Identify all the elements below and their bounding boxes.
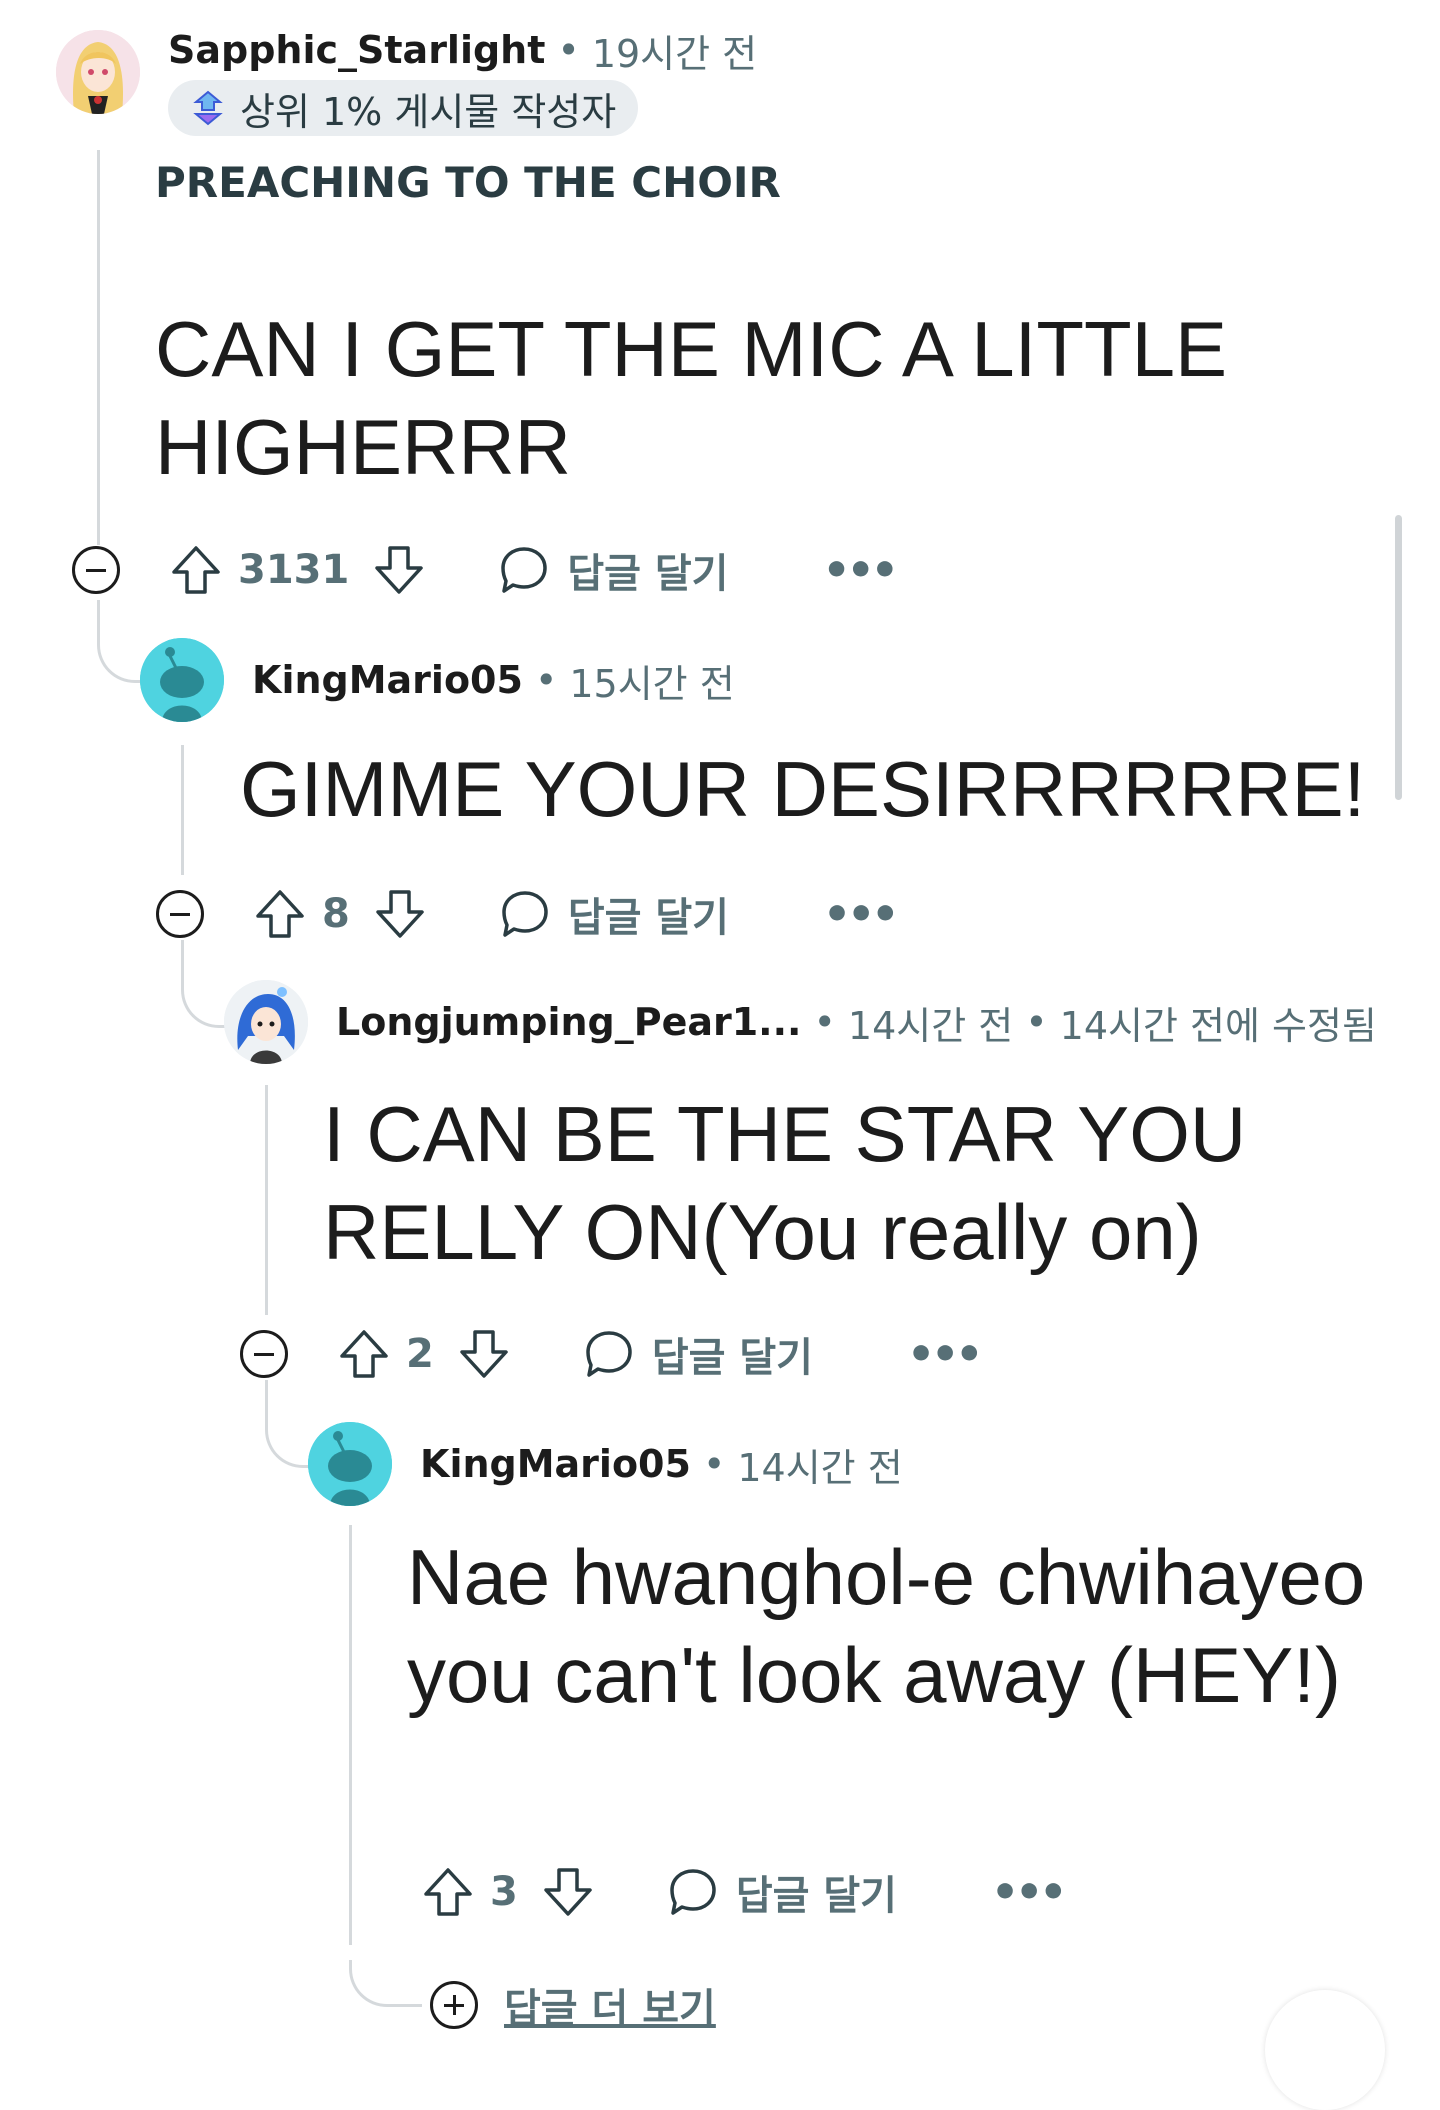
blue-hair-avatar-icon[interactable]	[224, 980, 308, 1064]
more-options-button[interactable]: •••	[822, 545, 898, 596]
timestamp: 19시간 전	[591, 31, 758, 76]
expand-icon	[430, 1981, 478, 2029]
badge-label: 상위 1% 게시물 작성자	[240, 89, 617, 134]
comment-body: GIMME YOUR DESIRRRRRRE!	[240, 745, 1366, 833]
anime-girl-avatar-icon[interactable]	[56, 30, 140, 114]
reply-button[interactable]: 답글 달기	[497, 541, 728, 599]
separator: •	[557, 28, 580, 72]
reply-button[interactable]: 답글 달기	[498, 885, 729, 943]
reply-label: 답글 달기	[651, 1335, 813, 1381]
timestamp: 15시간 전	[569, 661, 735, 706]
upvote-icon[interactable]	[420, 1864, 476, 1920]
comment-icon	[670, 1869, 716, 1915]
top-poster-icon	[193, 90, 223, 126]
comment-icon	[586, 1331, 632, 1377]
separator: •	[702, 1442, 726, 1486]
vote-count: 3	[490, 1869, 518, 1915]
reply-label: 답글 달기	[735, 1873, 897, 1919]
vote-count: 3131	[238, 547, 350, 593]
separator: •	[813, 1000, 836, 1044]
more-replies-label: 답글 더 보기	[504, 1986, 716, 2032]
more-options-button[interactable]: •••	[991, 1867, 1067, 1918]
username[interactable]: Longjumping_Pear1...	[336, 1000, 801, 1044]
floating-action-button[interactable]	[1265, 1990, 1385, 2110]
more-replies-button[interactable]: 답글 더 보기	[430, 1975, 716, 2035]
upvote-icon[interactable]	[168, 542, 224, 598]
vote-count: 8	[322, 891, 350, 937]
thread-line	[97, 150, 100, 545]
comment-icon	[501, 547, 548, 593]
collapse-button[interactable]	[156, 890, 204, 938]
separator: •	[534, 658, 558, 702]
downvote-icon[interactable]	[540, 1864, 596, 1920]
timestamp: 14시간 전	[737, 1445, 903, 1490]
username[interactable]: KingMario05	[252, 658, 523, 702]
comment-body: I CAN BE THE STAR YOU RELLY ON(You reall…	[323, 1090, 1247, 1276]
comment-body: Nae hwanghol-e chwihayeo you can't look …	[407, 1533, 1366, 1719]
snoo-avatar-icon[interactable]	[308, 1422, 392, 1506]
thread-line	[349, 1525, 352, 1945]
username[interactable]: Sapphic_Starlight	[168, 28, 545, 72]
reply-button[interactable]: 답글 달기	[666, 1863, 897, 1921]
thread-connector	[265, 1380, 314, 1468]
edited-timestamp: 14시간 전에 수정됨	[1059, 1003, 1377, 1048]
snoo-avatar-icon[interactable]	[140, 638, 224, 722]
thread-connector	[181, 940, 230, 1028]
reply-label: 답글 달기	[567, 551, 729, 597]
downvote-icon[interactable]	[372, 886, 428, 942]
top-poster-badge: 상위 1% 게시물 작성자	[168, 80, 639, 136]
upvote-icon[interactable]	[336, 1326, 392, 1382]
comment-icon	[502, 891, 548, 937]
separator: •	[1025, 1000, 1048, 1044]
downvote-icon[interactable]	[371, 542, 427, 598]
username[interactable]: KingMario05	[420, 1442, 691, 1486]
thread-connector	[349, 1960, 422, 2007]
more-options-button[interactable]: •••	[907, 1329, 983, 1380]
reply-button[interactable]: 답글 달기	[582, 1325, 813, 1383]
thread-line	[181, 745, 184, 875]
collapse-button[interactable]	[72, 546, 120, 594]
collapse-button[interactable]	[240, 1330, 288, 1378]
downvote-icon[interactable]	[456, 1326, 512, 1382]
vote-count: 2	[406, 1331, 434, 1377]
comment-heading: PREACHING TO THE CHOIR	[155, 158, 781, 207]
thread-line	[265, 1085, 268, 1315]
scrollbar[interactable]	[1395, 515, 1402, 800]
upvote-icon[interactable]	[252, 886, 308, 942]
thread-connector	[97, 600, 142, 683]
reply-label: 답글 달기	[567, 895, 729, 941]
comment-body: CAN I GET THE MIC A LITTLE HIGHERRR	[155, 305, 1228, 491]
more-options-button[interactable]: •••	[823, 889, 899, 940]
timestamp: 14시간 전	[847, 1003, 1014, 1048]
